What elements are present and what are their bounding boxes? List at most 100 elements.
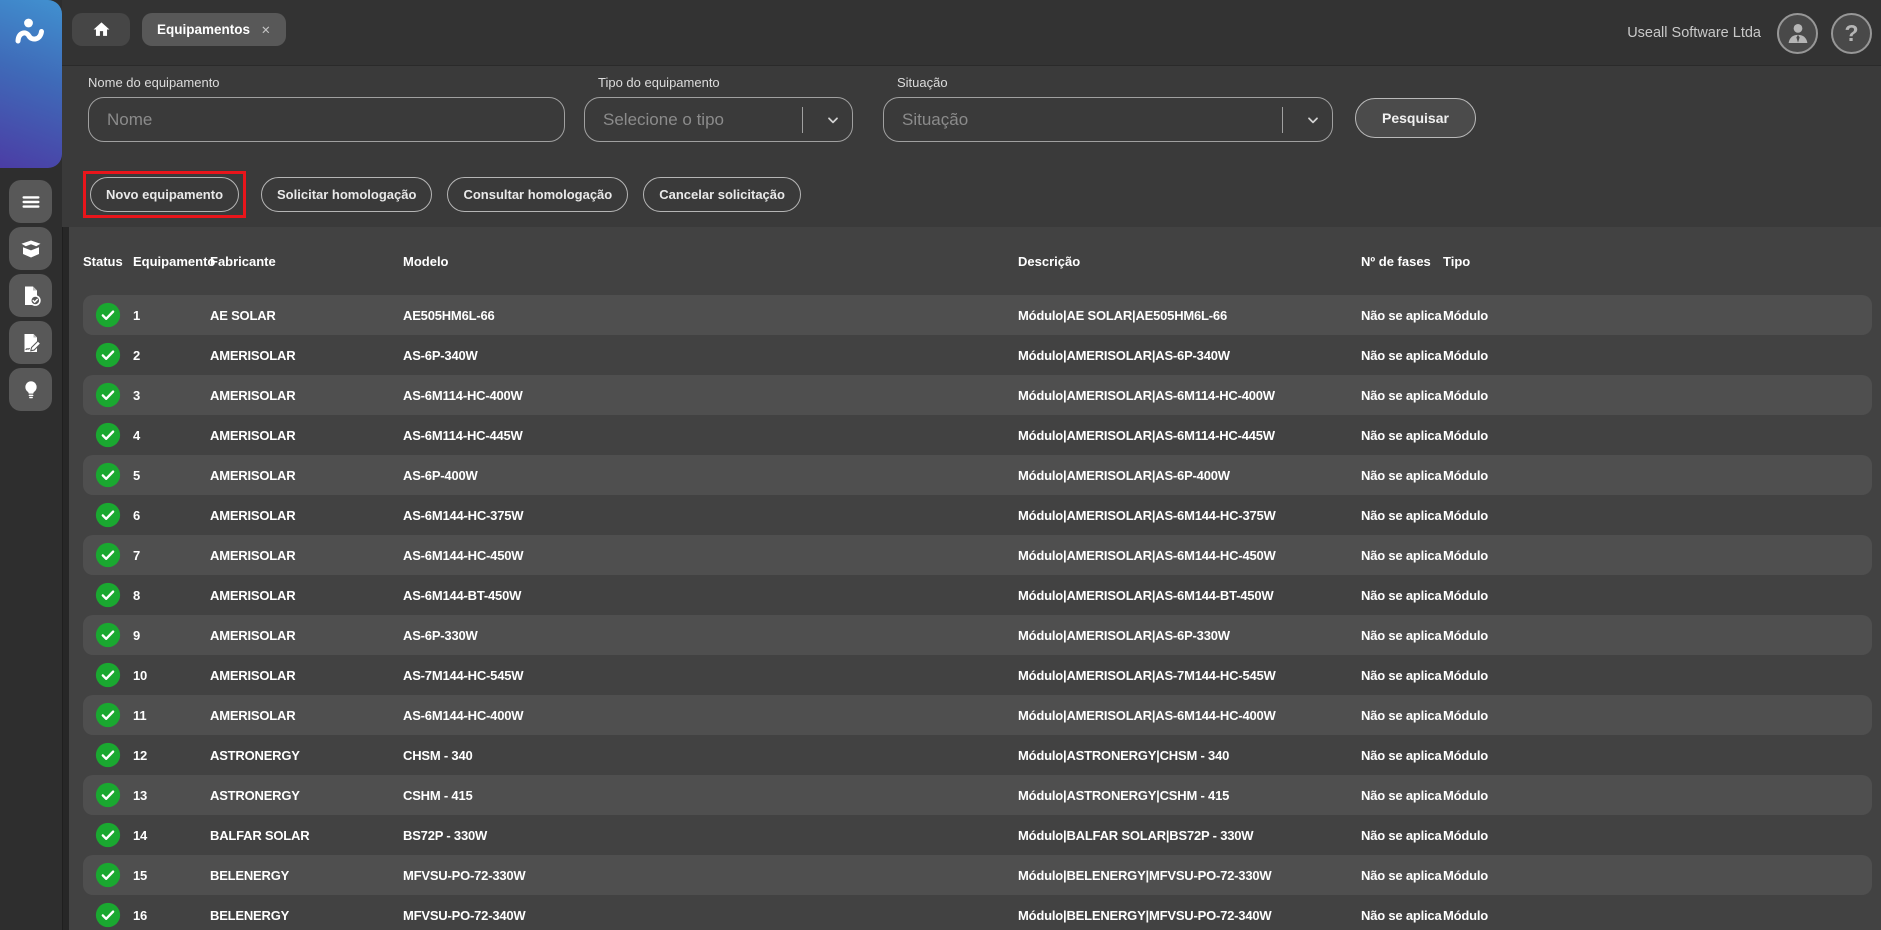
cell-modelo: AS-6M144-HC-375W	[403, 508, 1018, 523]
status-cell	[83, 422, 133, 448]
table-row[interactable]: 12 ASTRONERGY CHSM - 340 Módulo|ASTRONER…	[83, 735, 1872, 775]
cell-fases: Não se aplica	[1361, 908, 1443, 923]
cell-fases: Não se aplica	[1361, 668, 1443, 683]
sidebar-item-menu[interactable]	[9, 180, 52, 223]
cell-descricao: Módulo|AMERISOLAR|AS-6P-340W	[1018, 348, 1361, 363]
cell-tipo: Módulo	[1443, 308, 1872, 323]
table-row[interactable]: 1 AE SOLAR AE505HM6L-66 Módulo|AE SOLAR|…	[83, 295, 1872, 335]
name-filter-input[interactable]	[88, 97, 565, 142]
sidebar-item-equipments[interactable]	[9, 227, 52, 270]
cell-equipamento: 15	[133, 868, 210, 883]
cell-tipo: Módulo	[1443, 828, 1872, 843]
status-ok-icon	[95, 902, 121, 928]
table-header: Status Equipamento Fabricante Modelo Des…	[83, 227, 1872, 295]
table-row[interactable]: 14 BALFAR SOLAR BS72P - 330W Módulo|BALF…	[83, 815, 1872, 855]
situation-filter-select[interactable]: Situação	[883, 97, 1333, 142]
status-ok-icon	[95, 622, 121, 648]
cell-equipamento: 6	[133, 508, 210, 523]
table-row[interactable]: 11 AMERISOLAR AS-6M144-HC-400W Módulo|AM…	[83, 695, 1872, 735]
highlight-box: Novo equipamento	[83, 171, 246, 218]
cell-fabricante: BELENERGY	[210, 868, 403, 883]
table-row[interactable]: 7 AMERISOLAR AS-6M144-HC-450W Módulo|AME…	[83, 535, 1872, 575]
status-ok-icon	[95, 702, 121, 728]
cell-equipamento: 14	[133, 828, 210, 843]
table-row[interactable]: 8 AMERISOLAR AS-6M144-BT-450W Módulo|AME…	[83, 575, 1872, 615]
request-homologation-button[interactable]: Solicitar homologação	[261, 177, 432, 212]
table-row[interactable]: 10 AMERISOLAR AS-7M144-HC-545W Módulo|AM…	[83, 655, 1872, 695]
document-edit-icon	[19, 331, 43, 355]
cell-fabricante: AMERISOLAR	[210, 428, 403, 443]
table-row[interactable]: 2 AMERISOLAR AS-6P-340W Módulo|AMERISOLA…	[83, 335, 1872, 375]
consult-homologation-button[interactable]: Consultar homologação	[447, 177, 628, 212]
cell-fases: Não se aplica	[1361, 828, 1443, 843]
table-scrollbar[interactable]	[62, 227, 69, 930]
cell-tipo: Módulo	[1443, 388, 1872, 403]
cell-equipamento: 13	[133, 788, 210, 803]
table-row[interactable]: 4 AMERISOLAR AS-6M114-HC-445W Módulo|AME…	[83, 415, 1872, 455]
help-button[interactable]: ?	[1831, 13, 1872, 54]
col-header-fabricante: Fabricante	[210, 254, 403, 269]
status-ok-icon	[95, 422, 121, 448]
cell-equipamento: 10	[133, 668, 210, 683]
cell-modelo: CSHM - 415	[403, 788, 1018, 803]
status-ok-icon	[95, 742, 121, 768]
table-row[interactable]: 5 AMERISOLAR AS-6P-400W Módulo|AMERISOLA…	[83, 455, 1872, 495]
search-button[interactable]: Pesquisar	[1355, 98, 1476, 138]
status-cell	[83, 382, 133, 408]
sidebar-item-ideas[interactable]	[9, 368, 52, 411]
sidebar	[0, 0, 62, 930]
user-icon	[1783, 18, 1813, 48]
chevron-down-icon[interactable]	[1294, 112, 1332, 128]
document-check-icon	[19, 284, 43, 308]
col-header-status: Status	[83, 254, 133, 269]
table-row[interactable]: 13 ASTRONERGY CSHM - 415 Módulo|ASTRONER…	[83, 775, 1872, 815]
table-row[interactable]: 6 AMERISOLAR AS-6M144-HC-375W Módulo|AME…	[83, 495, 1872, 535]
cancel-request-button[interactable]: Cancelar solicitação	[643, 177, 801, 212]
sidebar-item-approvals[interactable]	[9, 274, 52, 317]
status-ok-icon	[95, 662, 121, 688]
action-buttons-row: Novo equipamento Solicitar homologação C…	[62, 161, 1881, 227]
table-row[interactable]: 9 AMERISOLAR AS-6P-330W Módulo|AMERISOLA…	[83, 615, 1872, 655]
cell-descricao: Módulo|AMERISOLAR|AS-6M144-HC-450W	[1018, 548, 1361, 563]
cell-fases: Não se aplica	[1361, 788, 1443, 803]
status-cell	[83, 502, 133, 528]
cell-fabricante: AMERISOLAR	[210, 388, 403, 403]
cell-modelo: AS-6P-340W	[403, 348, 1018, 363]
cell-modelo: AS-6M114-HC-400W	[403, 388, 1018, 403]
cell-modelo: AS-6P-330W	[403, 628, 1018, 643]
situation-filter-placeholder: Situação	[902, 110, 1282, 130]
table-row[interactable]: 3 AMERISOLAR AS-6M114-HC-400W Módulo|AME…	[83, 375, 1872, 415]
app-logo-panel[interactable]	[0, 0, 62, 168]
cell-fases: Não se aplica	[1361, 428, 1443, 443]
table-row[interactable]: 16 BELENERGY MFVSU-PO-72-340W Módulo|BEL…	[83, 895, 1872, 930]
status-cell	[83, 862, 133, 888]
status-ok-icon	[95, 382, 121, 408]
status-ok-icon	[95, 542, 121, 568]
cell-modelo: AS-7M144-HC-545W	[403, 668, 1018, 683]
cell-modelo: AS-6M144-HC-450W	[403, 548, 1018, 563]
status-cell	[83, 342, 133, 368]
sidebar-item-register[interactable]	[9, 321, 52, 364]
cell-fases: Não se aplica	[1361, 708, 1443, 723]
cell-fases: Não se aplica	[1361, 508, 1443, 523]
cell-equipamento: 7	[133, 548, 210, 563]
cell-descricao: Módulo|AMERISOLAR|AS-7M144-HC-545W	[1018, 668, 1361, 683]
cell-tipo: Módulo	[1443, 468, 1872, 483]
topbar-right: Useall Software Ltda ?	[1627, 0, 1872, 66]
type-filter-select[interactable]: Selecione o tipo	[584, 97, 853, 142]
cell-tipo: Módulo	[1443, 868, 1872, 883]
status-cell	[83, 302, 133, 328]
chevron-down-icon[interactable]	[814, 112, 852, 128]
home-button[interactable]	[72, 13, 130, 46]
cell-fabricante: AMERISOLAR	[210, 628, 403, 643]
tab-close-icon[interactable]: ✕	[261, 23, 271, 37]
new-equipment-button[interactable]: Novo equipamento	[90, 177, 239, 212]
table-row[interactable]: 15 BELENERGY MFVSU-PO-72-330W Módulo|BEL…	[83, 855, 1872, 895]
select-separator	[802, 107, 803, 133]
help-icon: ?	[1844, 22, 1858, 45]
cell-tipo: Módulo	[1443, 348, 1872, 363]
cell-fabricante: AMERISOLAR	[210, 348, 403, 363]
user-menu-button[interactable]	[1777, 13, 1818, 54]
tab-equipamentos[interactable]: Equipamentos ✕	[142, 13, 286, 46]
cell-modelo: BS72P - 330W	[403, 828, 1018, 843]
